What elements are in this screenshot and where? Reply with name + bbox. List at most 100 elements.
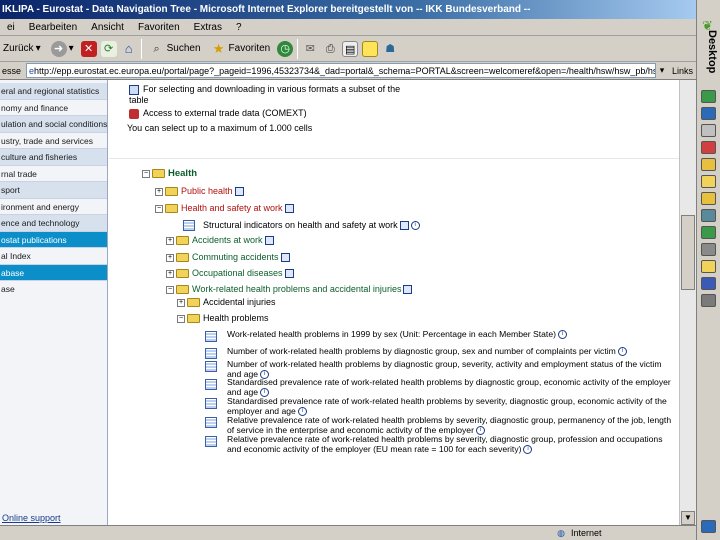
sidebar-item-general-regional[interactable]: eral and regional statistics — [0, 83, 107, 100]
app-icon[interactable] — [701, 192, 716, 205]
tree-label-occupational-diseases[interactable]: Occupational diseases — [192, 268, 283, 278]
sidebar-item-environment-energy[interactable]: ironment and energy — [0, 199, 107, 215]
tree-label-health[interactable]: Health — [168, 168, 197, 179]
dataset-row[interactable]: Relative prevalence rate of work-related… — [205, 415, 675, 435]
expand-icon[interactable]: + — [155, 187, 163, 196]
sidebar-item-science-technology[interactable]: ence and technology — [0, 215, 107, 232]
expand-icon[interactable]: + — [166, 253, 174, 262]
tree-node-health-problems[interactable]: − Health problems — [177, 313, 269, 324]
app-icon[interactable] — [701, 141, 716, 154]
expand-icon[interactable]: + — [166, 236, 174, 245]
info-icon[interactable]: i — [557, 330, 567, 340]
data-icon[interactable] — [284, 204, 294, 214]
app-icon[interactable] — [701, 124, 716, 137]
info-icon[interactable]: i — [410, 221, 420, 231]
menu-tools[interactable]: Extras — [187, 22, 229, 33]
chevron-down-icon[interactable]: ▾ — [69, 43, 74, 54]
tree-node-occupational-diseases[interactable]: + Occupational diseases — [166, 268, 294, 279]
menu-file[interactable]: ei — [0, 22, 22, 33]
tree-label-accidents-at-work[interactable]: Accidents at work — [192, 235, 263, 245]
expand-icon[interactable]: + — [166, 269, 174, 278]
tree-node-health[interactable]: − Health — [142, 168, 197, 179]
collapse-icon[interactable]: − — [142, 169, 150, 178]
sidebar-item-transport[interactable]: sport — [0, 182, 107, 199]
app-icon[interactable] — [701, 294, 716, 307]
app-icon[interactable] — [701, 209, 716, 222]
tree-label-work-related[interactable]: Work-related health problems and acciden… — [192, 284, 401, 294]
menu-view[interactable]: Ansicht — [84, 22, 131, 33]
messenger-icon[interactable]: ☗ — [382, 41, 398, 57]
tree-node-public-health[interactable]: + Public health — [155, 186, 244, 197]
sidebar-item-agriculture-fisheries[interactable]: culture and fisheries — [0, 149, 107, 166]
folder-icon[interactable] — [701, 175, 716, 188]
data-icon[interactable] — [403, 285, 413, 295]
vertical-scrollbar[interactable]: ▼ — [679, 80, 696, 525]
sidebar-item-database-sub[interactable]: ase — [0, 281, 107, 298]
sidebar-item-economy-finance[interactable]: nomy and finance — [0, 100, 107, 116]
print-icon[interactable]: ⎙ — [322, 41, 338, 57]
edit-icon[interactable]: ▤ — [342, 40, 359, 57]
ie-icon[interactable] — [701, 107, 716, 120]
info-icon[interactable]: i — [617, 347, 627, 357]
tree-node-work-related[interactable]: − Work-related health problems and accide… — [166, 284, 413, 295]
online-support-link[interactable]: Online support — [2, 513, 61, 523]
tree-label-health-problems[interactable]: Health problems — [203, 313, 269, 323]
sidebar-item-general-index[interactable]: al Index — [0, 248, 107, 265]
dataset-label[interactable]: Number of work-related health problems b… — [227, 359, 662, 379]
dataset-label[interactable]: Standardised prevalence rate of work-rel… — [227, 377, 671, 397]
dataset-label[interactable]: Number of work-related health problems b… — [227, 346, 616, 356]
dataset-row[interactable]: Number of work-related health problems b… — [205, 346, 675, 359]
tree-label-structural-indicators[interactable]: Structural indicators on health and safe… — [203, 220, 398, 230]
expand-icon[interactable]: + — [177, 298, 185, 307]
tree-node-structural-indicators[interactable]: Structural indicators on health and safe… — [183, 220, 420, 232]
sidebar-item-database[interactable]: abase — [0, 264, 107, 281]
sidebar-item-external-trade[interactable]: rnal trade — [0, 166, 107, 182]
refresh-icon[interactable]: ⟳ — [100, 40, 117, 57]
tree-node-health-safety[interactable]: − Health and safety at work — [155, 203, 294, 214]
tray-icon[interactable] — [701, 520, 716, 533]
app-icon[interactable] — [701, 158, 716, 171]
note-icon[interactable] — [362, 40, 379, 57]
sidebar-item-population-social[interactable]: ulation and social conditions — [0, 116, 107, 133]
data-icon[interactable] — [264, 236, 274, 246]
dataset-label[interactable]: Relative prevalence rate of work-related… — [227, 434, 663, 454]
collapse-icon[interactable]: − — [155, 204, 163, 213]
tree-label-health-safety[interactable]: Health and safety at work — [181, 203, 283, 213]
folder-icon[interactable] — [701, 260, 716, 273]
scroll-thumb[interactable] — [681, 215, 695, 290]
tree-node-accidental-injuries[interactable]: + Accidental injuries — [177, 297, 276, 308]
scroll-down-icon[interactable]: ▼ — [681, 511, 695, 525]
dataset-label[interactable]: Work-related health problems in 1999 by … — [227, 329, 556, 339]
dataset-row[interactable]: Work-related health problems in 1999 by … — [205, 329, 675, 342]
app-icon[interactable] — [701, 226, 716, 239]
data-icon[interactable] — [284, 269, 294, 279]
collapse-icon[interactable]: − — [177, 314, 185, 323]
sidebar-item-eurostat-publications[interactable]: ostat publications — [0, 231, 107, 248]
sidebar-item-industry-trade[interactable]: ustry, trade and services — [0, 133, 107, 149]
address-dropdown-icon[interactable]: ▾ — [656, 65, 668, 76]
tree-node-commuting-accidents[interactable]: + Commuting accidents — [166, 252, 290, 263]
mail-icon[interactable]: ✉ — [302, 41, 318, 57]
tree-label-commuting-accidents[interactable]: Commuting accidents — [192, 252, 279, 262]
dataset-label[interactable]: Standardised prevalence rate of work-rel… — [227, 396, 667, 416]
info-icon[interactable]: i — [523, 444, 533, 454]
menu-edit[interactable]: Bearbeiten — [22, 22, 84, 33]
chevron-down-icon[interactable]: ▾ — [36, 43, 41, 54]
tree-node-accidents-at-work[interactable]: + Accidents at work — [166, 235, 274, 246]
history-icon[interactable]: ◷ — [277, 40, 294, 57]
data-icon[interactable] — [234, 187, 244, 197]
tree-label-accidental-injuries[interactable]: Accidental injuries — [203, 297, 276, 307]
data-icon[interactable] — [399, 221, 409, 231]
data-icon[interactable] — [280, 253, 290, 263]
dataset-row[interactable]: Standardised prevalence rate of work-rel… — [205, 377, 675, 397]
collapse-icon[interactable]: − — [166, 285, 174, 294]
stop-icon[interactable]: ✕ — [80, 40, 97, 57]
search-button[interactable]: ⌕ Suchen — [146, 38, 204, 60]
address-input[interactable]: e http://epp.eurostat.ec.europa.eu/porta… — [26, 63, 656, 78]
home-icon[interactable]: ⌂ — [121, 41, 137, 57]
desktop-label[interactable]: Desktop — [700, 30, 718, 90]
dataset-label[interactable]: Relative prevalence rate of work-related… — [227, 415, 671, 435]
app-icon[interactable] — [701, 243, 716, 256]
menu-help[interactable]: ? — [229, 22, 249, 33]
favorites-button[interactable]: ★ Favoriten — [208, 38, 274, 60]
